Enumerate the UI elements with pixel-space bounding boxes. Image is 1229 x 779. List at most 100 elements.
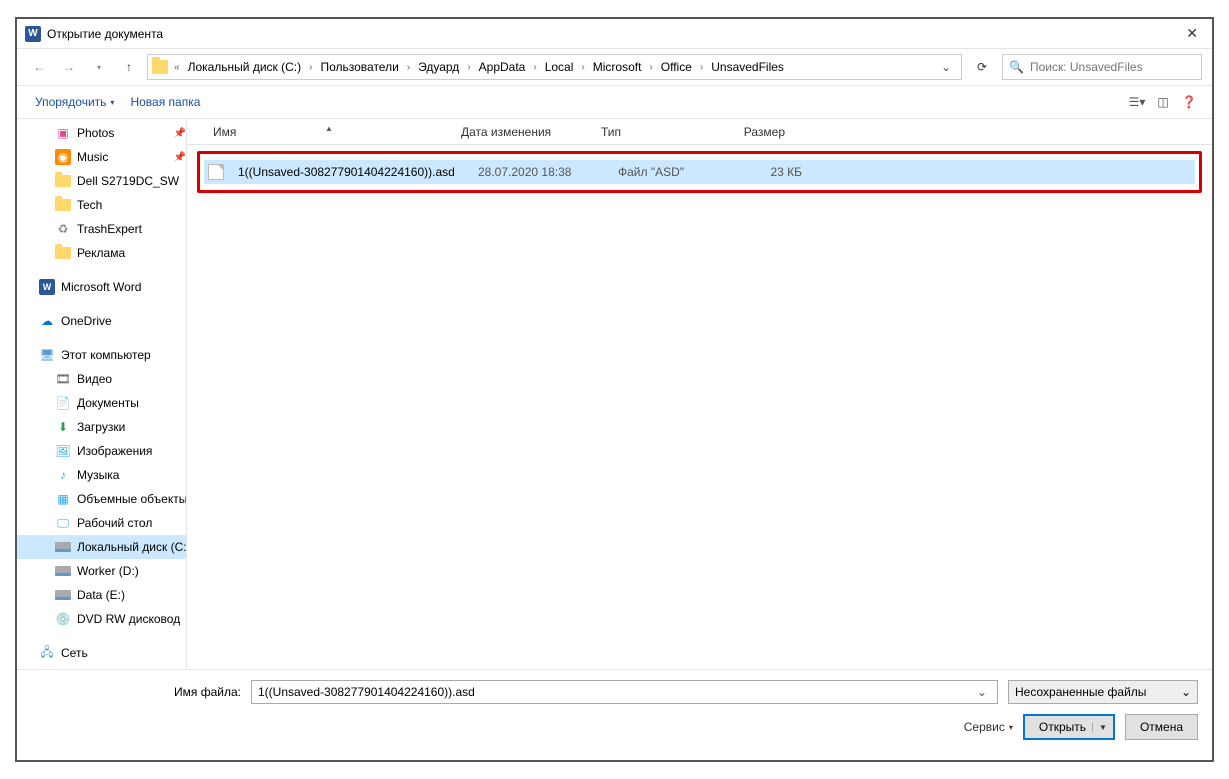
preview-pane-button[interactable]: ◫ bbox=[1150, 89, 1176, 115]
chevron-down-icon[interactable]: ⌄ bbox=[973, 685, 991, 699]
sidebar-item[interactable]: 🖧Сеть bbox=[17, 641, 186, 665]
sidebar-item[interactable]: Worker (D:) bbox=[17, 559, 186, 583]
nav-recent-dropdown[interactable]: ▾ bbox=[87, 55, 111, 79]
sidebar-item[interactable]: ▦Объемные объекты bbox=[17, 487, 186, 511]
sidebar-item[interactable]: ⬇Загрузки bbox=[17, 415, 186, 439]
help-button[interactable]: ❓ bbox=[1176, 89, 1202, 115]
sidebar-item[interactable]: ▣Photos📌 bbox=[17, 121, 186, 145]
new-folder-button[interactable]: Новая папка bbox=[122, 91, 208, 113]
organize-button[interactable]: Упорядочить▾ bbox=[27, 91, 122, 113]
sidebar-item[interactable]: ♻TrashExpert bbox=[17, 217, 186, 241]
breadcrumb-item[interactable]: UnsavedFiles bbox=[707, 58, 788, 76]
nav-back-button[interactable]: ← bbox=[27, 55, 51, 79]
footer: Имя файла: 1((Unsaved-308277901404224160… bbox=[17, 669, 1212, 760]
sidebar-item-label: Worker (D:) bbox=[77, 564, 139, 578]
sidebar-item-label: TrashExpert bbox=[77, 222, 142, 236]
pin-icon: 📌 bbox=[174, 152, 186, 163]
filename-combobox[interactable]: 1((Unsaved-308277901404224160)).asd ⌄ bbox=[251, 680, 998, 704]
nav-up-button[interactable]: ↑ bbox=[117, 55, 141, 79]
filename-value: 1((Unsaved-308277901404224160)).asd bbox=[258, 685, 475, 699]
sidebar-item[interactable]: Реклама bbox=[17, 241, 186, 265]
word-app-icon: W bbox=[25, 26, 41, 42]
refresh-button[interactable]: ⟳ bbox=[968, 54, 996, 80]
dialog-window: W Открытие документа ✕ ← → ▾ ↑ « Локальн… bbox=[15, 17, 1214, 762]
breadcrumb-overflow[interactable]: « bbox=[172, 62, 182, 73]
folder-icon bbox=[152, 60, 168, 74]
sidebar-item-label: Tech bbox=[77, 198, 102, 212]
sidebar-item[interactable]: 💿DVD RW дисковод bbox=[17, 607, 186, 631]
sidebar-item[interactable]: ♪Музыка bbox=[17, 463, 186, 487]
breadcrumb-item[interactable]: Эдуард bbox=[414, 58, 463, 76]
sidebar-item[interactable]: Dell S2719DC_SW bbox=[17, 169, 186, 193]
sidebar-item[interactable]: ◉Music📌 bbox=[17, 145, 186, 169]
sidebar-item[interactable]: Data (E:) bbox=[17, 583, 186, 607]
breadcrumb-item[interactable]: Локальный диск (C:) bbox=[184, 58, 306, 76]
file-type: Файл "ASD" bbox=[610, 165, 730, 179]
chevron-down-icon[interactable]: ⌄ bbox=[1181, 685, 1191, 699]
sidebar-item-label: Data (E:) bbox=[77, 588, 125, 602]
sidebar-item-label: Реклама bbox=[77, 246, 125, 260]
sidebar-item[interactable]: ☁OneDrive bbox=[17, 309, 186, 333]
breadcrumb-item[interactable]: AppData bbox=[475, 58, 530, 76]
sidebar-item-label: OneDrive bbox=[61, 314, 112, 328]
sidebar-item-label: Music bbox=[77, 150, 108, 164]
sidebar-item[interactable]: 🖼Изображения bbox=[17, 439, 186, 463]
search-box[interactable]: 🔍 bbox=[1002, 54, 1202, 80]
view-options-button[interactable]: ☰▾ bbox=[1124, 89, 1150, 115]
filename-label: Имя файла: bbox=[161, 685, 241, 699]
breadcrumb-item[interactable]: Office bbox=[657, 58, 696, 76]
sidebar-item[interactable]: 🖥Этот компьютер bbox=[17, 343, 186, 367]
dialog-body: ▣Photos📌◉Music📌Dell S2719DC_SWTech♻Trash… bbox=[17, 119, 1212, 679]
column-size[interactable]: Размер bbox=[713, 125, 793, 139]
address-bar[interactable]: « Локальный диск (C:)› Пользователи› Эду… bbox=[147, 54, 962, 80]
nav-bar: ← → ▾ ↑ « Локальный диск (C:)› Пользоват… bbox=[17, 49, 1212, 85]
sidebar-item-label: Загрузки bbox=[77, 420, 125, 434]
sidebar-item-label: Рабочий стол bbox=[77, 516, 152, 530]
sidebar-item-label: Документы bbox=[77, 396, 139, 410]
sidebar-item-label: Photos bbox=[77, 126, 114, 140]
file-date: 28.07.2020 18:38 bbox=[470, 165, 610, 179]
close-button[interactable]: ✕ bbox=[1180, 25, 1204, 42]
open-split-icon[interactable]: ▼ bbox=[1092, 723, 1107, 732]
sidebar-item-label: Объемные объекты bbox=[77, 492, 186, 506]
sidebar-item[interactable]: 🖵Рабочий стол bbox=[17, 511, 186, 535]
toolbar: Упорядочить▾ Новая папка ☰▾ ◫ ❓ bbox=[17, 85, 1212, 119]
search-input[interactable] bbox=[1030, 60, 1195, 74]
breadcrumb-item[interactable]: Microsoft bbox=[589, 58, 646, 76]
filetype-value: Несохраненные файлы bbox=[1015, 685, 1146, 699]
pin-icon: 📌 bbox=[174, 128, 186, 139]
column-date[interactable]: Дата изменения bbox=[453, 125, 593, 139]
search-icon: 🔍 bbox=[1009, 60, 1024, 74]
sidebar-item-label: Изображения bbox=[77, 444, 152, 458]
column-name[interactable]: Имя▲ bbox=[205, 125, 453, 139]
file-name: 1((Unsaved-308277901404224160)).asd bbox=[230, 165, 470, 179]
content-area: Имя▲ Дата изменения Тип Размер 1((Unsave… bbox=[187, 119, 1212, 679]
sidebar-item-label: Видео bbox=[77, 372, 112, 386]
sidebar-item-label: Музыка bbox=[77, 468, 119, 482]
column-headers: Имя▲ Дата изменения Тип Размер bbox=[187, 119, 1212, 145]
open-button[interactable]: Открыть▼ bbox=[1023, 714, 1115, 740]
breadcrumb-item[interactable]: Local bbox=[541, 58, 578, 76]
window-title: Открытие документа bbox=[47, 27, 1180, 41]
nav-forward-button[interactable]: → bbox=[57, 55, 81, 79]
sidebar-item[interactable]: Локальный диск (C:) bbox=[17, 535, 186, 559]
sidebar-item-label: Сеть bbox=[61, 646, 88, 660]
highlight-box: 1((Unsaved-308277901404224160)).asd 28.0… bbox=[197, 151, 1202, 193]
titlebar: W Открытие документа ✕ bbox=[17, 19, 1212, 49]
sidebar-item[interactable]: 🎞Видео bbox=[17, 367, 186, 391]
sidebar-item-label: DVD RW дисковод bbox=[77, 612, 180, 626]
address-dropdown[interactable]: ⌄ bbox=[935, 60, 957, 74]
sidebar-item[interactable]: Tech bbox=[17, 193, 186, 217]
breadcrumb-item[interactable]: Пользователи bbox=[316, 58, 402, 76]
sidebar-item[interactable]: WMicrosoft Word bbox=[17, 275, 186, 299]
file-row[interactable]: 1((Unsaved-308277901404224160)).asd 28.0… bbox=[204, 160, 1195, 184]
column-type[interactable]: Тип bbox=[593, 125, 713, 139]
sidebar-item-label: Локальный диск (C:) bbox=[77, 540, 186, 554]
sidebar-item-label: Этот компьютер bbox=[61, 348, 151, 362]
filetype-combobox[interactable]: Несохраненные файлы ⌄ bbox=[1008, 680, 1198, 704]
cancel-button[interactable]: Отмена bbox=[1125, 714, 1198, 740]
sidebar-item[interactable]: 📄Документы bbox=[17, 391, 186, 415]
file-size: 23 КБ bbox=[730, 165, 810, 179]
file-list[interactable]: 1((Unsaved-308277901404224160)).asd 28.0… bbox=[187, 145, 1212, 679]
tools-button[interactable]: Сервис▾ bbox=[964, 720, 1013, 734]
